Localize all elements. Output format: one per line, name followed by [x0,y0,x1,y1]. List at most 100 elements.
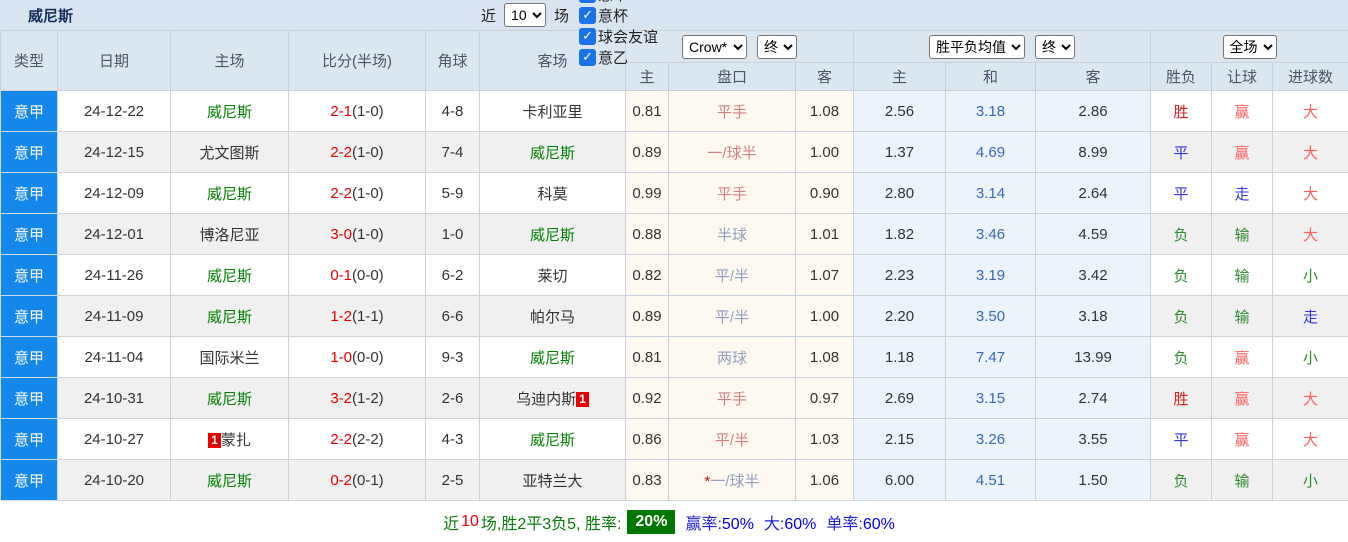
team-name-link[interactable]: 卡利亚里 [522,104,582,121]
team-name-link[interactable]: 威尼斯 [530,432,575,449]
cell-score: 2-2(1-0) [289,132,426,173]
cell-date: 24-12-15 [58,132,171,173]
half-time-score: (0-1) [352,472,384,489]
team-name-link[interactable]: 威尼斯 [207,268,252,285]
handicap-text: 平手 [717,391,747,408]
checked-checkbox-icon[interactable]: ✓ [579,49,596,66]
cell-avg-away: 1.50 [1036,460,1151,501]
handicap-text: 两球 [717,350,747,367]
team-name-link[interactable]: 威尼斯 [530,350,575,367]
cell-outcome: 负 [1151,337,1212,378]
cell-score: 2-2(2-2) [289,419,426,460]
checked-checkbox-icon[interactable]: ✓ [579,28,596,45]
cell-outcome: 胜 [1151,378,1212,419]
cell-avg-home: 2.80 [854,173,946,214]
table-row: 意甲24-11-09威尼斯1-2(1-1)6-6帕尔马0.89平/半1.002.… [1,296,1348,337]
rate-stat-label: 单率: [826,516,862,533]
cell-odds-home: 0.81 [626,91,669,132]
half-time-score: (0-0) [352,349,384,366]
col-header-corner: 角球 [426,31,480,91]
cell-outcome: 平 [1151,419,1212,460]
cell-handicap: *一/球半 [669,460,796,501]
cell-handicap: 平手 [669,173,796,214]
filter-group: ✓意杯 [579,5,658,26]
full-time-score: 2-2 [330,185,352,202]
cell-goals-result: 大 [1273,91,1348,132]
sub-header-odds-away: 客 [796,63,854,91]
team-name-link[interactable]: 威尼斯 [207,186,252,203]
team-name-link[interactable]: 莱切 [537,268,567,285]
filter-label[interactable]: 意杯 [598,5,628,26]
cell-avg-home: 6.00 [854,460,946,501]
bookmaker-select[interactable]: Crow* [682,35,747,59]
cell-league: 意甲 [1,296,58,337]
avg-time-select[interactable]: 终 [1035,35,1075,59]
cell-handicap-result: 赢 [1212,419,1273,460]
cell-handicap-result: 赢 [1212,337,1273,378]
team-name-link[interactable]: 尤文图斯 [199,145,259,162]
filter-group: ✓意乙 [579,47,658,68]
cell-away-team: 亚特兰大 [480,460,626,501]
cell-corner: 6-2 [426,255,480,296]
cell-handicap: 半球 [669,214,796,255]
cell-odds-home: 0.86 [626,419,669,460]
handicap-text: 半球 [717,227,747,244]
handicap-text: 一/球半 [707,145,756,162]
team-name-link[interactable]: 国际米兰 [199,350,259,367]
team-name-link[interactable]: 威尼斯 [530,145,575,162]
cell-home-team: 国际米兰 [171,337,289,378]
cell-goals-result: 大 [1273,173,1348,214]
cell-odds-home: 0.83 [626,460,669,501]
checked-checkbox-icon[interactable]: ✓ [579,7,596,24]
cell-odds-away: 1.03 [796,419,854,460]
cell-handicap: 平手 [669,378,796,419]
cell-home-team: 威尼斯 [171,255,289,296]
cell-home-team: 威尼斯 [171,378,289,419]
cell-handicap-result: 赢 [1212,91,1273,132]
team-name-link[interactable]: 威尼斯 [207,391,252,408]
team-name-link[interactable]: 威尼斯 [207,309,252,326]
table-row: 意甲24-12-01博洛尼亚3-0(1-0)1-0威尼斯0.88半球1.011.… [1,214,1348,255]
team-name-link[interactable]: 乌迪内斯 [516,391,576,408]
cell-corner: 5-9 [426,173,480,214]
team-name-link[interactable]: 威尼斯 [207,473,252,490]
cell-odds-home: 0.82 [626,255,669,296]
cell-odds-away: 1.00 [796,296,854,337]
team-name-link[interactable]: 帕尔马 [530,309,575,326]
handicap-text: 平手 [717,104,747,121]
team-name-link[interactable]: 亚特兰大 [522,473,582,490]
odds-time-select[interactable]: 终 [757,35,797,59]
full-time-score: 2-1 [330,103,352,120]
team-name-link[interactable]: 博洛尼亚 [199,227,259,244]
cell-outcome: 负 [1151,214,1212,255]
team-name-link[interactable]: 蒙扎 [221,432,251,449]
cell-avg-away: 3.18 [1036,296,1151,337]
filter-label[interactable]: 球会友谊 [598,26,658,47]
col-header-type: 类型 [1,31,58,91]
recent-count-select[interactable]: 10 [504,3,546,27]
cell-date: 24-10-27 [58,419,171,460]
cell-home-team: 威尼斯 [171,91,289,132]
half-time-score: (0-0) [352,267,384,284]
team-name-link[interactable]: 威尼斯 [530,227,575,244]
league-filters: 同客✓意甲✓意杯✓球会友谊✓意乙 [573,0,658,68]
cell-score: 3-2(1-2) [289,378,426,419]
team-name-link[interactable]: 科莫 [537,186,567,203]
cell-avg-home: 1.82 [854,214,946,255]
cell-avg-draw: 3.50 [946,296,1036,337]
rate-stat-label: 大: [764,516,784,533]
cell-handicap-result: 走 [1212,173,1273,214]
full-time-score: 1-0 [330,349,352,366]
cell-avg-draw: 3.26 [946,419,1036,460]
team-name-link[interactable]: 威尼斯 [207,104,252,121]
avg-type-select[interactable]: 胜平负均值 [929,35,1025,59]
cell-avg-draw: 3.14 [946,173,1036,214]
checked-checkbox-icon[interactable]: ✓ [579,0,596,3]
filter-label[interactable]: 意乙 [598,47,628,68]
cell-score: 3-0(1-0) [289,214,426,255]
cell-handicap: 一/球半 [669,132,796,173]
scope-select[interactable]: 全场 [1223,35,1277,59]
cell-avg-away: 3.42 [1036,255,1151,296]
cell-league: 意甲 [1,419,58,460]
cell-away-team: 威尼斯 [480,337,626,378]
